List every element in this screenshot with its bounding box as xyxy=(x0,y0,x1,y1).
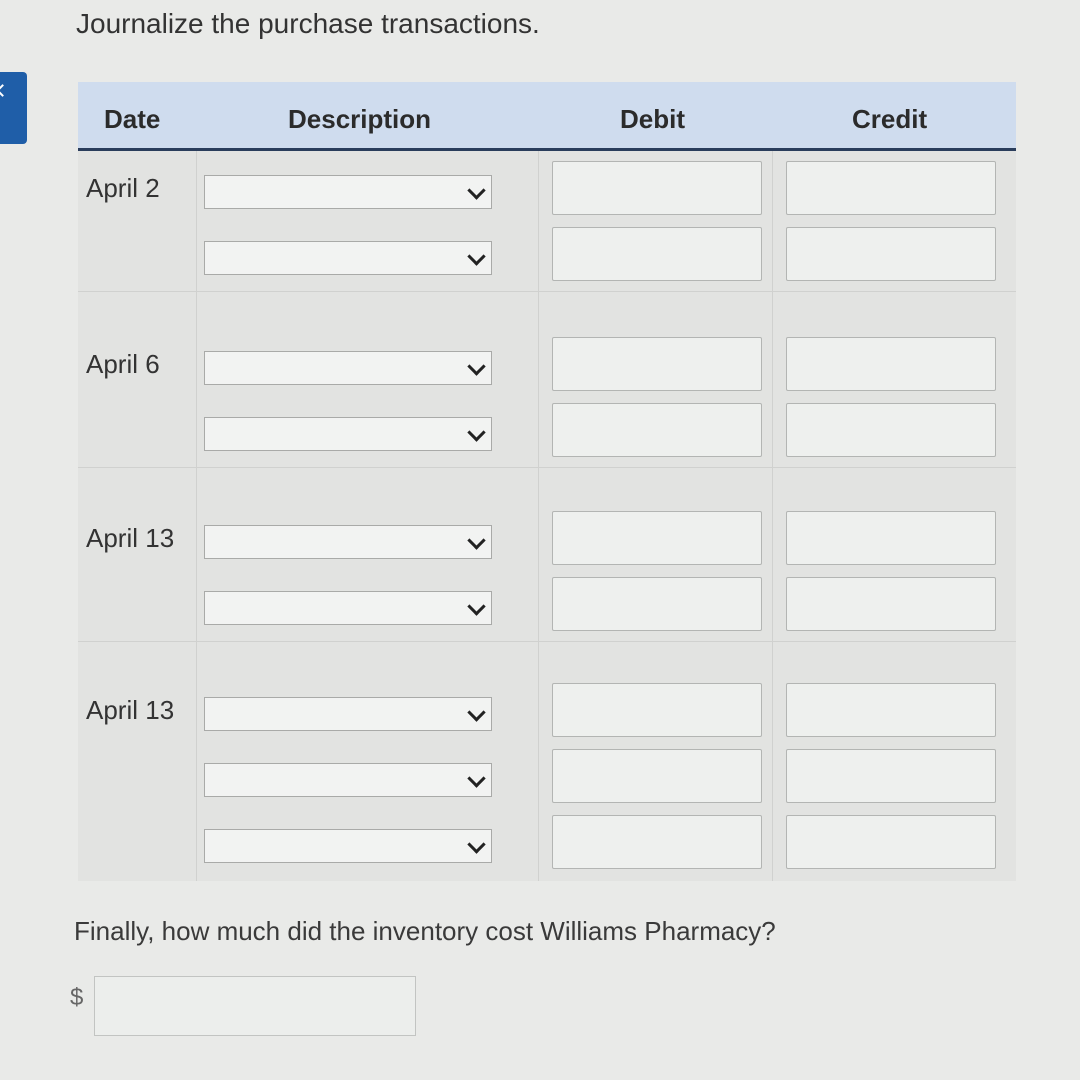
credit-input[interactable] xyxy=(786,161,996,215)
debit-input[interactable] xyxy=(552,749,762,803)
credit-input[interactable] xyxy=(786,511,996,565)
journal-row: April 2 xyxy=(78,151,1016,217)
side-nav-tab[interactable] xyxy=(0,72,27,144)
entry-date: April 2 xyxy=(86,173,160,203)
entry-date: April 13 xyxy=(86,523,175,553)
debit-input[interactable] xyxy=(552,577,762,631)
description-dropdown[interactable] xyxy=(204,351,492,385)
description-dropdown[interactable] xyxy=(204,697,492,731)
credit-input[interactable] xyxy=(786,403,996,457)
debit-input[interactable] xyxy=(552,161,762,215)
journal-table: Date Description Debit Credit April 2 Ap… xyxy=(78,82,1016,882)
debit-input[interactable] xyxy=(552,683,762,737)
credit-input[interactable] xyxy=(786,815,996,869)
chevron-down-icon xyxy=(467,531,486,550)
description-dropdown[interactable] xyxy=(204,763,492,797)
debit-input[interactable] xyxy=(552,403,762,457)
entry-date: April 13 xyxy=(86,695,175,725)
journal-row xyxy=(78,805,1016,871)
journal-row: April 13 xyxy=(78,501,1016,567)
credit-input[interactable] xyxy=(786,337,996,391)
credit-input[interactable] xyxy=(786,749,996,803)
description-dropdown[interactable] xyxy=(204,241,492,275)
description-dropdown[interactable] xyxy=(204,829,492,863)
chevron-down-icon xyxy=(467,835,486,854)
chevron-down-icon xyxy=(467,423,486,442)
description-dropdown[interactable] xyxy=(204,175,492,209)
description-dropdown[interactable] xyxy=(204,525,492,559)
credit-input[interactable] xyxy=(786,227,996,281)
description-dropdown[interactable] xyxy=(204,591,492,625)
debit-input[interactable] xyxy=(552,337,762,391)
chevron-down-icon xyxy=(467,703,486,722)
debit-input[interactable] xyxy=(552,511,762,565)
currency-symbol: $ xyxy=(70,984,84,1011)
journal-row: April 13 xyxy=(78,673,1016,739)
debit-input[interactable] xyxy=(552,815,762,869)
chevron-down-icon xyxy=(467,181,486,200)
credit-input[interactable] xyxy=(786,683,996,737)
instruction-text: Journalize the purchase transactions. xyxy=(76,8,540,39)
header-description: Description xyxy=(288,104,432,134)
description-dropdown[interactable] xyxy=(204,417,492,451)
table-header: Date Description Debit Credit xyxy=(78,82,1016,151)
inventory-cost-input[interactable] xyxy=(94,976,416,1036)
journal-grid: April 2 April 6 April 13 April 13 xyxy=(78,151,1016,881)
debit-input[interactable] xyxy=(552,227,762,281)
chevron-down-icon xyxy=(467,597,486,616)
chevron-down-icon xyxy=(467,357,486,376)
entry-date: April 6 xyxy=(86,349,160,379)
credit-input[interactable] xyxy=(786,577,996,631)
journal-row xyxy=(78,739,1016,805)
journal-row xyxy=(78,393,1016,459)
header-date: Date xyxy=(104,104,161,134)
header-debit: Debit xyxy=(620,104,685,134)
journal-row: April 6 xyxy=(78,327,1016,393)
journal-row xyxy=(78,217,1016,283)
journal-row xyxy=(78,567,1016,633)
header-credit: Credit xyxy=(852,104,928,134)
inventory-cost-question: Finally, how much did the inventory cost… xyxy=(74,916,776,946)
chevron-down-icon xyxy=(467,769,486,788)
chevron-down-icon xyxy=(467,247,486,266)
